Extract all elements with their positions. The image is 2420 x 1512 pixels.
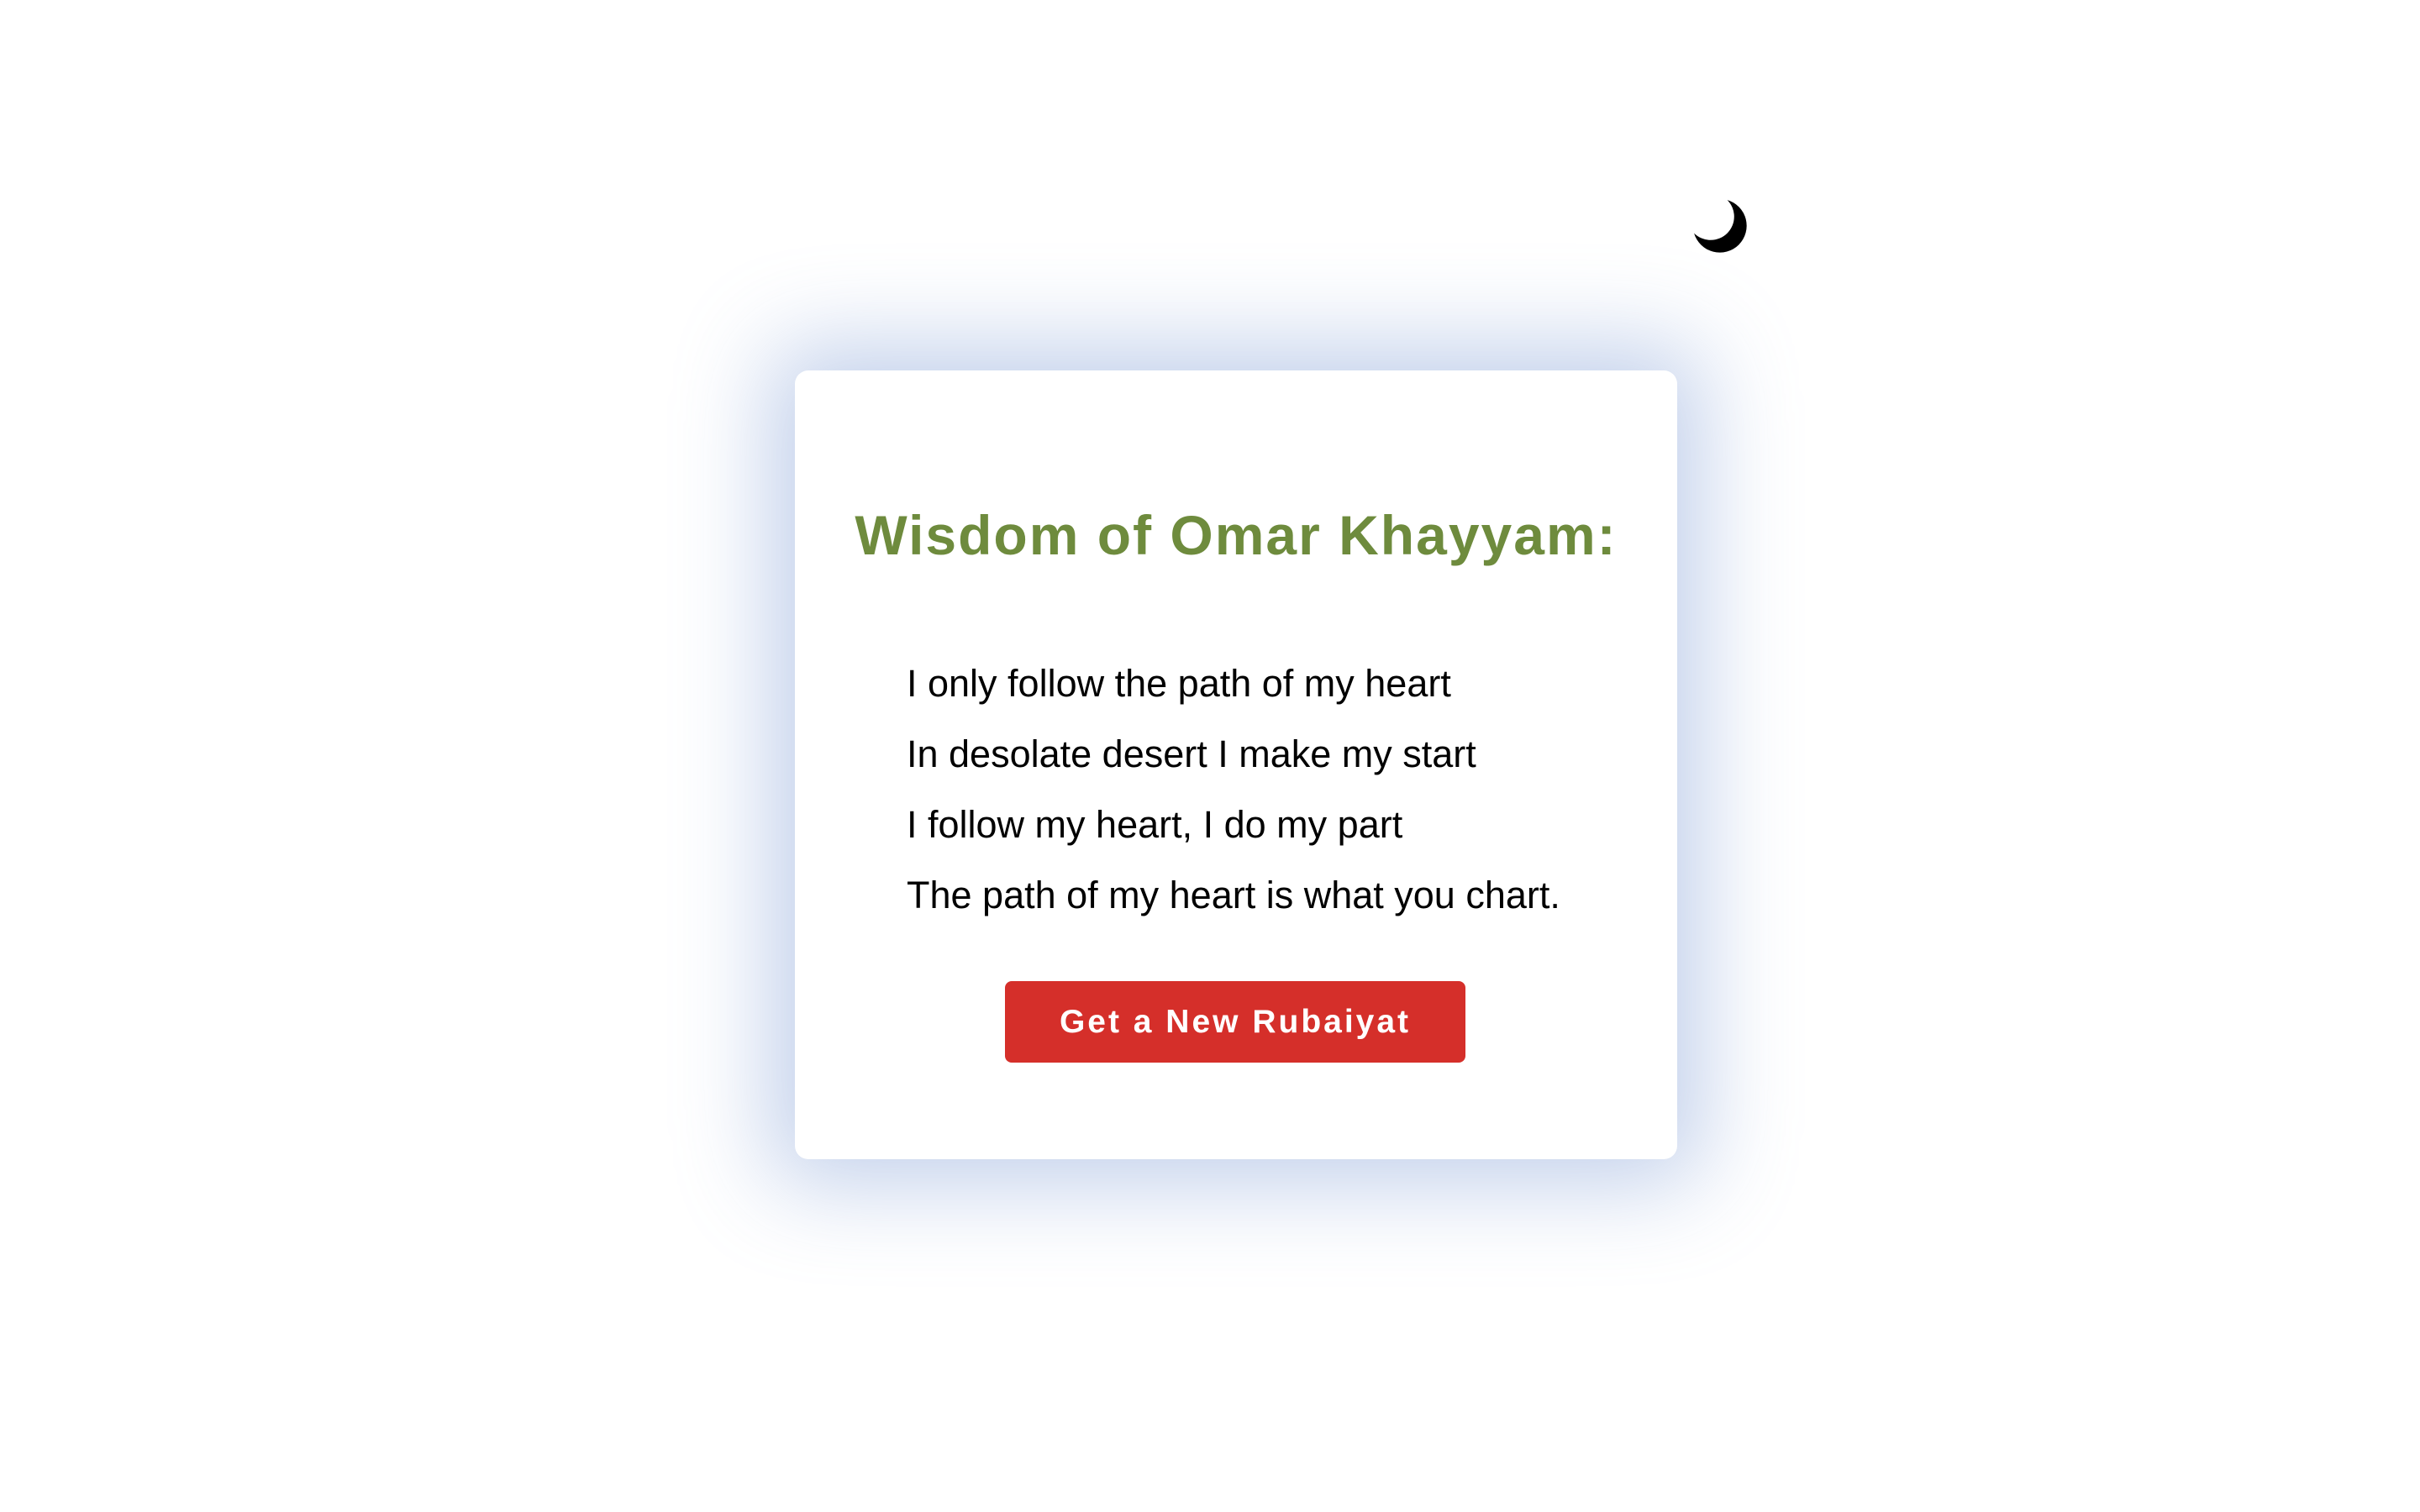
card-title: Wisdom of Omar Khayyam: <box>855 504 1618 566</box>
verse-line: The path of my heart is what you chart. <box>907 874 1560 916</box>
verse-line: In desolate desert I make my start <box>907 732 1476 775</box>
verse-line: I follow my heart, I do my part <box>907 803 1403 846</box>
verse: I only follow the path of my heart In de… <box>907 648 1560 931</box>
crescent-moon-icon <box>1694 200 1747 253</box>
rubaiyat-card: Wisdom of Omar Khayyam: I only follow th… <box>795 370 1677 1159</box>
theme-toggle-button[interactable] <box>1689 195 1753 259</box>
page: Wisdom of Omar Khayyam: I only follow th… <box>0 0 2420 1512</box>
new-rubaiyat-button[interactable]: Get a New Rubaiyat <box>1005 981 1465 1063</box>
verse-line: I only follow the path of my heart <box>907 662 1451 705</box>
